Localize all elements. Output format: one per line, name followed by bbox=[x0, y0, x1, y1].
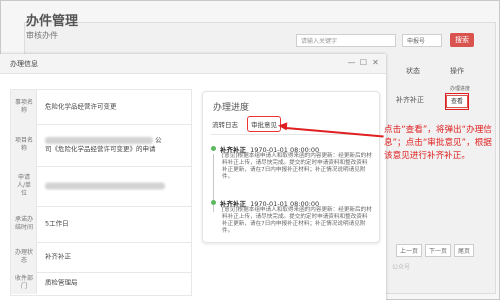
modal-header: 办理信息 — ☐ ✕ bbox=[0, 54, 386, 74]
progress-link[interactable]: 办理进度 bbox=[450, 85, 470, 92]
info-table: 事项名称 危险化学品经营许可变更 项目名称 公 司《危险化学品经营许可变更》的申… bbox=[10, 89, 192, 296]
modal-title: 办理信息 bbox=[10, 60, 38, 68]
progress-title: 办理进度 bbox=[213, 103, 250, 113]
field-label: 申请人/单位 bbox=[16, 174, 32, 197]
watermark-note: 公众号 bbox=[392, 264, 411, 271]
pager-prev[interactable]: 上一页 bbox=[396, 244, 423, 257]
process-info-modal: 办理信息 — ☐ ✕ 事项名称 危险化学品经营许可变更 项目名称 公 司《危险化… bbox=[0, 54, 386, 300]
row-state: 补齐补正 bbox=[396, 96, 424, 104]
field-label: 承诺办结时间 bbox=[14, 216, 33, 231]
redacted-text bbox=[45, 182, 165, 189]
field-label: 收件部门 bbox=[14, 275, 33, 290]
field-value: 司《危险化学品经营许可变更》的申请 bbox=[45, 145, 156, 153]
field-row-department: 收件部门 质检管理局 bbox=[11, 272, 191, 294]
progress-panel: 办理进度 流转日志 审批意见 补齐补正 1970-01-01 08:00:00 … bbox=[202, 91, 380, 243]
page-title: 办件管理 bbox=[26, 14, 79, 29]
pager-last[interactable]: 尾页 bbox=[454, 244, 475, 257]
timeline-dot bbox=[211, 146, 216, 151]
field-value: 危险化学品经营许可变更 bbox=[45, 102, 117, 111]
field-row-project-name: 项目名称 公 司《危险化学品经营许可变更》的申请 bbox=[11, 124, 191, 167]
tab-approval-opinion[interactable]: 审批意见 bbox=[247, 116, 281, 132]
search-input[interactable]: 请输入关键字 bbox=[296, 34, 396, 47]
field-value-suffix: 公 bbox=[155, 136, 162, 144]
tab-divider bbox=[211, 134, 371, 135]
field-label: 项目名称 bbox=[14, 137, 33, 152]
tab-flow-log[interactable]: 流转日志 bbox=[212, 119, 238, 129]
annotation-arrow-head bbox=[277, 121, 288, 131]
entry-body: [意见]根据本组申请人和取得来函的内容更新：经更新后的材料补正上传，请尽快完成。… bbox=[222, 207, 372, 234]
field-row-applicant: 申请人/单位 bbox=[11, 166, 191, 207]
field-value: 补齐补正 bbox=[45, 252, 71, 261]
field-label: 办理状态 bbox=[14, 249, 33, 264]
minimize-icon[interactable]: — bbox=[347, 58, 356, 68]
search-type-select[interactable]: 申报号 bbox=[402, 34, 442, 47]
column-header-action: 操作 bbox=[450, 67, 464, 75]
field-value: 质检管理局 bbox=[45, 278, 78, 287]
page-subtitle: 审核办件 bbox=[26, 31, 58, 40]
field-row-status: 办理状态 补齐补正 bbox=[11, 242, 191, 273]
view-button-highlight bbox=[445, 93, 469, 110]
close-icon[interactable]: ✕ bbox=[371, 58, 380, 68]
field-value: 5工作日 bbox=[45, 219, 69, 228]
annotation-callout: 点击“查看”，将弹出“办理信息”；点击“审批意见”，根据该意见进行补齐补正。 bbox=[384, 125, 492, 161]
timeline-dot bbox=[211, 200, 216, 205]
field-row-item-name: 事项名称 危险化学品经营许可变更 bbox=[11, 90, 191, 125]
entry-body: [意见]根据本组申请人和取得来函的内容更新：经更新后的材料补正上传，请尽快完成。… bbox=[222, 153, 372, 180]
column-header-state: 状态 bbox=[406, 67, 420, 75]
search-button[interactable]: 搜索 bbox=[450, 33, 474, 47]
pager-next[interactable]: 下一页 bbox=[425, 244, 452, 257]
field-row-deadline: 承诺办结时间 5工作日 bbox=[11, 206, 191, 243]
maximize-icon[interactable]: ☐ bbox=[359, 58, 368, 68]
field-label: 事项名称 bbox=[14, 99, 33, 114]
redacted-text bbox=[45, 136, 153, 144]
